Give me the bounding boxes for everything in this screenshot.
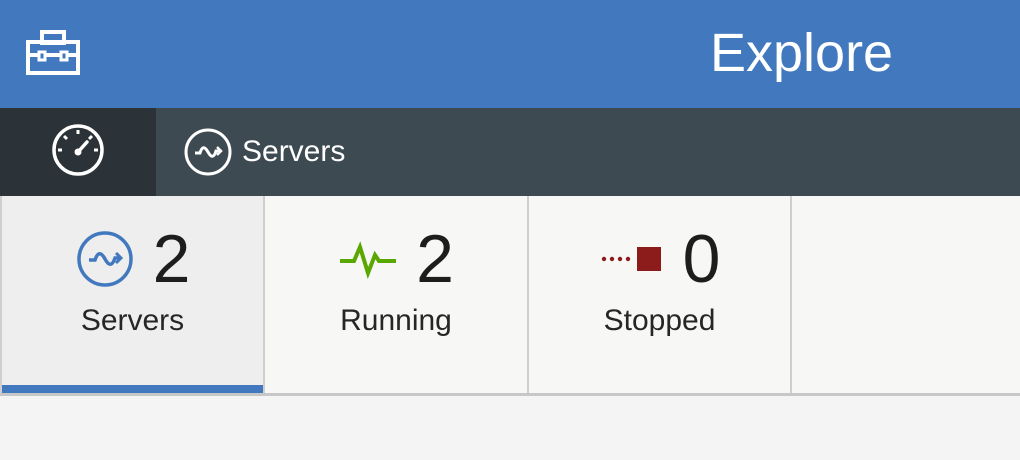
servers-count: 2 xyxy=(152,221,191,297)
breadcrumb-label: Servers xyxy=(242,135,346,168)
status-tabs: 2 Servers 2 Running 0 Stopped xyxy=(0,196,1020,396)
pulse-icon xyxy=(338,237,398,281)
stopped-count: 0 xyxy=(682,221,721,297)
server-sync-icon xyxy=(75,229,135,289)
running-count: 2 xyxy=(416,221,454,297)
speedometer-icon xyxy=(50,122,106,183)
tab-label: Stopped xyxy=(603,304,716,337)
tab-label: Running xyxy=(340,304,452,337)
top-banner: Explore xyxy=(0,0,1020,108)
toolbox-button[interactable] xyxy=(20,26,86,82)
tab-stopped[interactable]: 0 Stopped xyxy=(529,196,792,393)
server-sync-icon xyxy=(182,126,234,178)
tab-label: Servers xyxy=(80,304,185,337)
active-tab-indicator xyxy=(2,385,263,393)
breadcrumb-servers[interactable]: Servers xyxy=(182,108,345,196)
tab-running[interactable]: 2 Running xyxy=(265,196,529,393)
secondary-nav: Servers xyxy=(0,108,1020,196)
toolbox-icon xyxy=(25,28,81,81)
tab-servers[interactable]: 2 Servers xyxy=(0,196,265,393)
stopped-icon xyxy=(599,244,665,274)
content-area xyxy=(0,399,1020,460)
page-title: Explore xyxy=(710,23,894,83)
dashboard-button[interactable] xyxy=(0,108,156,196)
